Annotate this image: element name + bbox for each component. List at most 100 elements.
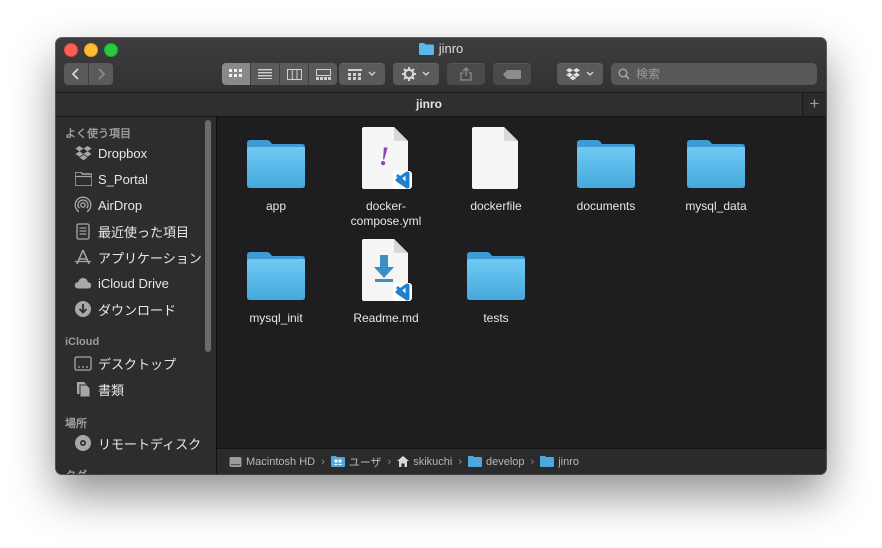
path-segment-users[interactable]: ユーザ: [330, 454, 382, 470]
sidebar-scrollbar[interactable]: [205, 120, 211, 352]
view-mode-control: [222, 63, 337, 85]
path-segment-jinro[interactable]: jinro: [540, 456, 579, 468]
chevron-left-icon: [71, 68, 79, 80]
file-name: Readme.md: [353, 311, 419, 325]
disk-icon: [229, 456, 242, 468]
tag-icon: [503, 69, 521, 79]
sidebar-item-downloads[interactable]: ダウンロード: [74, 299, 176, 319]
sidebar-section-favorites: よく使う項目: [65, 128, 131, 140]
forward-button[interactable]: [89, 63, 113, 85]
sidebar-section-icloud: iCloud: [65, 336, 100, 348]
download-icon: [74, 300, 92, 318]
list-view-button[interactable]: [251, 63, 280, 85]
file-name-line2: compose.yml: [350, 214, 422, 228]
sidebar-item-airdrop[interactable]: AirDrop: [74, 195, 142, 215]
chevron-right-icon: [98, 68, 106, 80]
tab-jinro[interactable]: jinro: [56, 93, 802, 116]
markdown-file-icon: [362, 239, 412, 301]
tab-bar: jinro +: [56, 93, 826, 117]
share-button[interactable]: [447, 63, 485, 85]
sidebar: よく使う項目 Dropbox S_Portal AirDrop 最近使った項目: [56, 117, 217, 474]
file-name-line1: docker-: [365, 199, 406, 213]
path-label: skikuchi: [413, 455, 453, 468]
path-separator: ›: [530, 455, 535, 468]
group-by-button[interactable]: [339, 63, 385, 85]
sidebar-item-label: S_Portal: [98, 171, 148, 187]
gear-icon: [402, 67, 416, 81]
list-icon: [258, 69, 272, 79]
path-label: ユーザ: [348, 456, 382, 469]
file-item-documents[interactable]: documents: [556, 127, 656, 214]
path-separator: ›: [458, 455, 462, 468]
share-icon: [460, 67, 472, 81]
sidebar-item-label: 書類: [98, 382, 125, 398]
columns-icon: [286, 68, 302, 80]
search-input[interactable]: [634, 66, 808, 82]
sidebar-item-label: デスクトップ: [98, 356, 177, 372]
file-item-mysql-data[interactable]: mysql_data: [666, 127, 766, 214]
dropbox-toolbar-button[interactable]: [557, 63, 603, 85]
sidebar-item-label: Dropbox: [98, 145, 148, 161]
tags-button[interactable]: [493, 63, 531, 85]
file-item-dockerfile[interactable]: dockerfile: [446, 127, 546, 214]
sidebar-item-recents[interactable]: 最近使った項目: [74, 221, 189, 241]
icon-view-button[interactable]: [222, 63, 251, 85]
path-segment-macintosh-hd[interactable]: Macintosh HD: [229, 456, 315, 468]
sidebar-item-label: ダウンロード: [98, 302, 177, 318]
sidebar-item-label: アプリケーション: [98, 250, 202, 266]
yml-file-icon: !: [362, 127, 412, 189]
file-name: docker- compose.yml: [336, 199, 436, 229]
chevron-down-icon: [422, 71, 430, 77]
path-label: Macintosh HD: [246, 455, 316, 468]
sidebar-item-label: 最近使った項目: [98, 224, 190, 240]
dropbox-icon: [566, 67, 580, 80]
folder-icon: [467, 252, 525, 300]
sidebar-section-tags: タグ: [65, 467, 87, 474]
sidebar-item-label: iCloud Drive: [98, 275, 169, 291]
sidebar-item-label: リモートディスク: [98, 436, 202, 452]
sidebar-item-desktop[interactable]: デスクトップ: [74, 353, 176, 373]
folder-icon: [74, 170, 92, 188]
folder-icon: [468, 456, 482, 467]
sidebar-item-s-portal[interactable]: S_Portal: [74, 169, 148, 189]
path-segment-skikuchi[interactable]: skikuchi: [397, 456, 452, 468]
desktop-icon: [74, 354, 92, 372]
remote-disc-icon: [74, 434, 92, 452]
sidebar-item-applications[interactable]: アプリケーション: [74, 247, 202, 267]
file-item-tests[interactable]: tests: [446, 239, 546, 326]
airdrop-icon: [74, 196, 92, 214]
file-item-readme[interactable]: Readme.md: [336, 239, 436, 326]
back-forward-control: [64, 63, 113, 85]
folder-icon: [687, 140, 745, 188]
sidebar-item-documents[interactable]: 書類: [74, 379, 124, 399]
recents-icon: [74, 222, 92, 240]
file-item-docker-compose[interactable]: ! docker- compose.yml: [336, 127, 436, 229]
file-item-app[interactable]: app: [226, 127, 326, 214]
window-title-area: jinro: [56, 41, 826, 58]
folder-icon: [247, 252, 305, 300]
gallery-icon: [315, 68, 331, 80]
folder-icon: [247, 140, 305, 188]
sidebar-item-remote-disc[interactable]: リモートディスク: [74, 433, 201, 453]
path-label: jinro: [558, 455, 580, 468]
back-button[interactable]: [64, 63, 89, 85]
path-separator: ›: [321, 455, 325, 468]
path-segment-develop[interactable]: develop: [468, 456, 525, 468]
action-menu-button[interactable]: [393, 63, 439, 85]
sidebar-section-locations: 場所: [65, 418, 87, 430]
file-name: tests: [483, 311, 509, 325]
group-grid-icon: [348, 68, 362, 80]
file-item-mysql-init[interactable]: mysql_init: [226, 239, 326, 326]
search-field[interactable]: [611, 63, 817, 85]
sidebar-item-icloud-drive[interactable]: iCloud Drive: [74, 273, 169, 293]
file-name: dockerfile: [470, 199, 522, 213]
new-tab-button[interactable]: +: [802, 93, 826, 116]
gallery-view-button[interactable]: [309, 63, 337, 85]
column-view-button[interactable]: [280, 63, 309, 85]
folder-icon: [418, 43, 434, 58]
sidebar-item-dropbox[interactable]: Dropbox: [74, 143, 147, 163]
file-name: documents: [576, 199, 636, 213]
search-icon: [618, 68, 630, 80]
folder-icon: [540, 456, 555, 467]
chevron-down-icon: [586, 71, 594, 77]
